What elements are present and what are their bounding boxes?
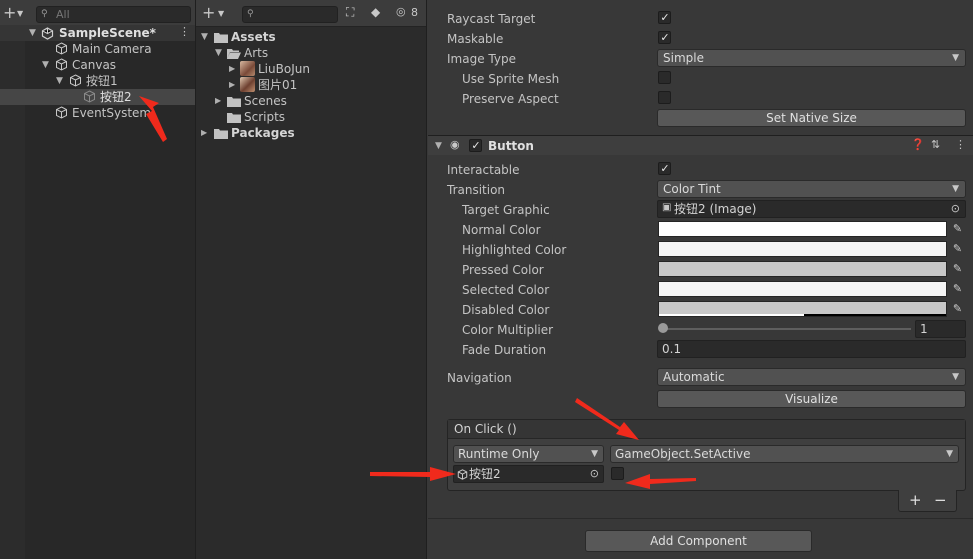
annotation-arrows	[139, 96, 696, 489]
annotation-arrow	[139, 96, 167, 142]
annotation-arrow	[370, 467, 456, 481]
annotation-arrow	[575, 398, 639, 440]
annotation-arrow	[625, 474, 696, 489]
